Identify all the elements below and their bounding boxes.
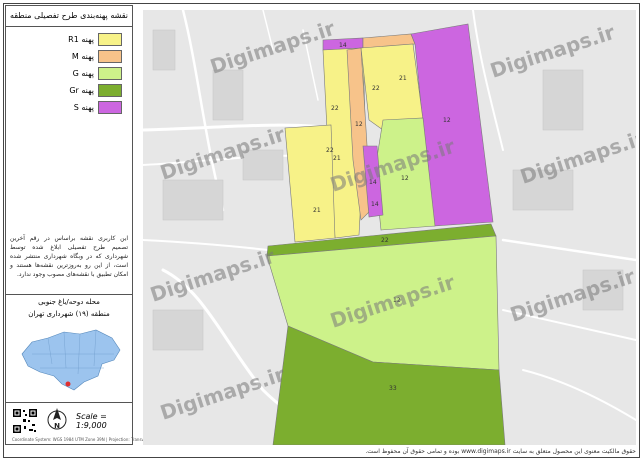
legend-item-s: پهنه S [22,100,122,114]
zone-r1-north [360,43,424,131]
zone-label: 22 [372,85,380,92]
location-marker [65,381,71,387]
zone-label: 14 [371,201,379,208]
location-title: محله دوحه/باغ جنوبی [38,298,100,306]
legend-item-m: پهنه M [22,49,122,63]
zone-label: 33 [389,385,397,392]
map-svg: 14 22 21 22 12 21 22 21 12 14 14 12 22 1… [143,10,636,445]
zone-label: 21 [399,75,407,82]
location-subtitle: منطقه (۱۹) شهرداری تهران [28,310,110,318]
legend-item-r1: پهنه R1 [22,32,122,46]
location-inset-map [14,324,126,396]
zone-label: 14 [339,42,347,49]
legend-item-g: پهنه G [22,66,122,80]
zone-label: 12 [443,117,451,124]
legend-swatch-g [98,66,122,80]
zone-label: 22 [381,237,389,244]
zone-label: 21 [333,155,341,162]
map-description: این کاربری نقشه براساس در رقم آخرین تصمی… [10,235,128,278]
scale-label: Scale = 1:9,000 [76,412,107,430]
copyright-notice: حقوق مالکیت معنوی این محصول متعلق به سای… [365,448,636,455]
divider [6,402,132,403]
zone-label: 22 [331,105,339,112]
legend-item-gr: پهنه Gr [22,83,122,97]
zone-label: 22 [326,147,334,154]
legend-swatch-gr [98,83,122,97]
legend-label-r1: پهنه R1 [68,34,94,44]
legend-swatch-r1 [98,32,122,46]
side-panel: نقشه پهنه‌بندی طرح تفصیلی منطقه پهنه R1 … [5,5,172,445]
legend-label-m: پهنه M [71,51,94,61]
legend-label-gr: پهنه Gr [69,85,94,95]
map-title: نقشه پهنه‌بندی طرح تفصیلی منطقه [6,6,132,27]
legend-swatch-m [98,49,122,63]
legend-label-s: پهنه S [73,102,94,112]
legend: پهنه R1 پهنه M پهنه G پهنه Gr پهنه S [22,32,122,117]
map-canvas[interactable]: 14 22 21 22 12 21 22 21 12 14 14 12 22 1… [143,10,636,445]
legend-swatch-s [98,100,122,114]
north-label: N [54,422,60,430]
zone-label: 12 [401,175,409,182]
north-arrow-icon: N [47,408,67,430]
zone-label: 12 [355,121,363,128]
map-footer: N Scale = 1:9,000 Coordinate System: WGS… [6,404,172,444]
divider [6,294,132,295]
legend-label-g: پهنه G [72,68,94,78]
zone-label: 21 [313,207,321,214]
qr-code-icon [12,408,38,434]
